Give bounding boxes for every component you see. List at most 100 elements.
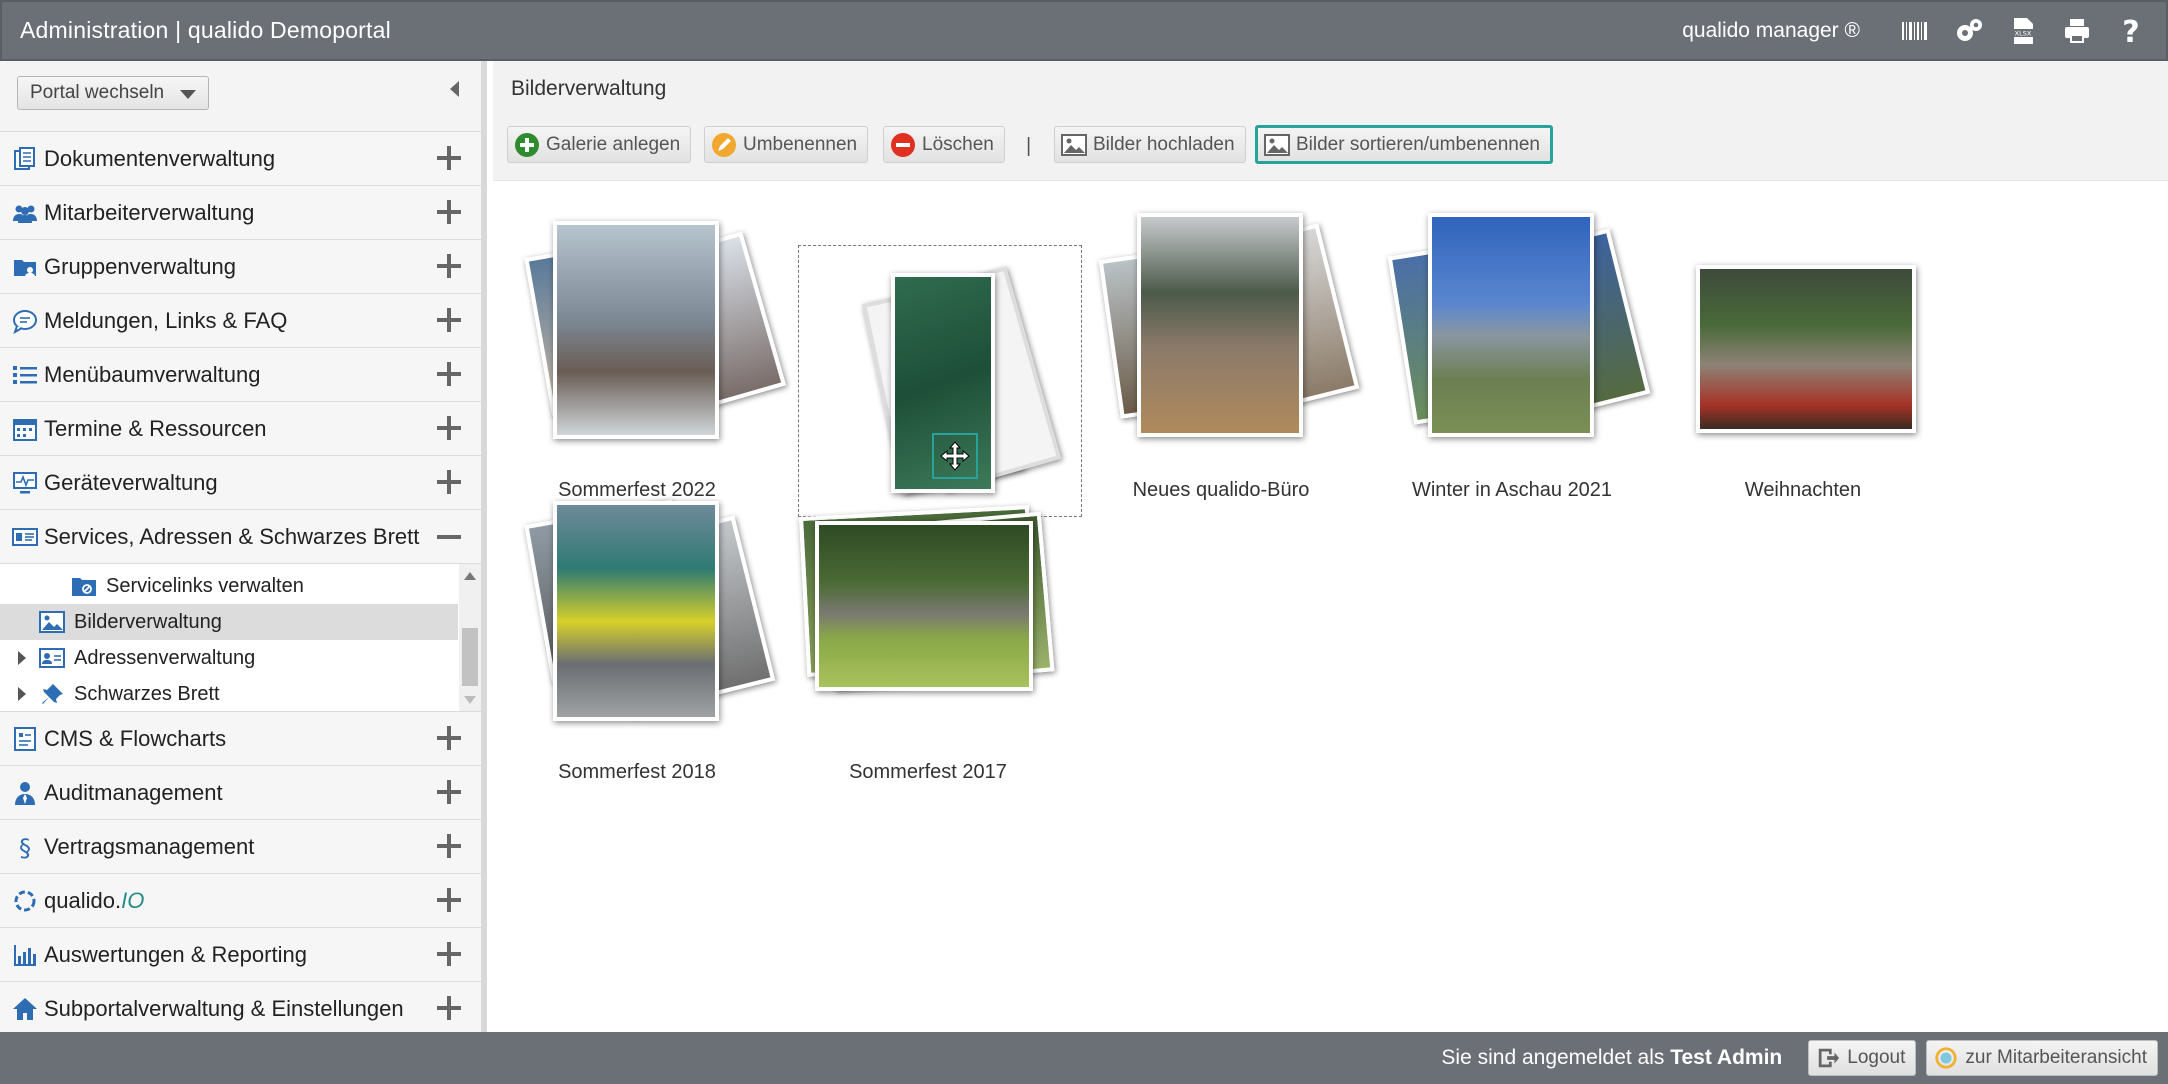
expand-triangle-icon[interactable] bbox=[18, 651, 26, 665]
gallery-caption: Neues qualido-Büro bbox=[1132, 479, 1310, 501]
portal-switch-select[interactable]: Portal wechseln bbox=[17, 76, 209, 110]
expand-plus-icon[interactable] bbox=[437, 416, 461, 440]
bar-chart-icon bbox=[10, 940, 40, 970]
sidebar-item-label: CMS & Flowcharts bbox=[44, 725, 227, 751]
xlsx-icon[interactable]: XLSX bbox=[2006, 14, 2040, 48]
sidebar-item-label: Subportalverwaltung & Einstellungen bbox=[44, 995, 404, 1021]
pencil-icon bbox=[711, 132, 737, 158]
scroll-up-icon[interactable] bbox=[464, 572, 476, 580]
sidebar-item-cms[interactable]: CMS & Flowcharts bbox=[0, 711, 481, 765]
create-gallery-button[interactable]: Galerie anlegen bbox=[507, 126, 692, 163]
gallery-card[interactable]: Sommerfest 2018 bbox=[507, 481, 776, 783]
sidebar-item-termine[interactable]: Termine & Ressourcen bbox=[0, 401, 481, 455]
list-icon bbox=[10, 360, 40, 390]
sidebar-item-label: Dokumentenverwaltung bbox=[44, 145, 276, 171]
sidebar-item-menuebaum[interactable]: Menübaumverwaltung bbox=[0, 347, 481, 401]
image-icon bbox=[1061, 132, 1087, 158]
logout-button[interactable]: Logout bbox=[1808, 1040, 1917, 1076]
sidebar-item-label: Auditmanagement bbox=[44, 779, 223, 805]
sidebar-item-label: Services, Adressen & Schwarzes Brett bbox=[44, 523, 420, 549]
gallery-card[interactable]: Neues qualido-Büro bbox=[1091, 199, 1360, 501]
sidebar-item-vertragsmanagement[interactable]: § Vertragsmanagement bbox=[0, 819, 481, 873]
delete-button[interactable]: Löschen bbox=[883, 126, 1005, 163]
expand-plus-icon[interactable] bbox=[437, 200, 461, 224]
sidebar-item-services[interactable]: Services, Adressen & Schwarzes Brett bbox=[0, 509, 481, 563]
sidebar-item-gruppenverwaltung[interactable]: Gruppenverwaltung bbox=[0, 239, 481, 293]
expand-plus-icon[interactable] bbox=[437, 254, 461, 278]
gears-icon[interactable] bbox=[1952, 14, 1986, 48]
sidebar-item-label: Mitarbeiterverwaltung bbox=[44, 199, 255, 225]
toolbar-separator: | bbox=[1026, 135, 1032, 157]
sidebar-item-dokumentenverwaltung[interactable]: Dokumentenverwaltung bbox=[0, 131, 481, 185]
expand-plus-icon[interactable] bbox=[437, 780, 461, 804]
chevron-down-icon bbox=[180, 90, 196, 99]
expand-triangle-icon[interactable] bbox=[18, 687, 26, 701]
gallery-card[interactable]: Weihnachten bbox=[1673, 199, 1933, 501]
login-status: Sie sind angemeldet als Test Admin bbox=[1441, 1046, 1782, 1070]
monitor-icon bbox=[10, 468, 40, 498]
barcode-icon[interactable] bbox=[1898, 14, 1932, 48]
sidebar-item-label: qualido.IO bbox=[44, 888, 144, 914]
expand-plus-icon[interactable] bbox=[437, 996, 461, 1020]
cms-icon bbox=[10, 724, 40, 754]
expand-plus-icon[interactable] bbox=[437, 362, 461, 386]
tree-item-bilderverwaltung[interactable]: Bilderverwaltung bbox=[0, 604, 458, 640]
sidebar-item-mitarbeiterverwaltung[interactable]: Mitarbeiterverwaltung bbox=[0, 185, 481, 239]
image-icon bbox=[38, 608, 66, 636]
gallery-caption: Sommerfest 2017 bbox=[849, 761, 1007, 783]
logout-label: Logout bbox=[1847, 1047, 1906, 1068]
employee-view-button[interactable]: zur Mitarbeiteransicht bbox=[1926, 1040, 2158, 1076]
collapse-minus-icon[interactable] bbox=[437, 535, 461, 539]
svg-text:§: § bbox=[19, 834, 31, 860]
main-content: Bilderverwaltung Galerie anlegen Umbenen… bbox=[493, 61, 2168, 1032]
scroll-down-icon[interactable] bbox=[464, 696, 476, 704]
page-title: Bilderverwaltung bbox=[493, 61, 2168, 117]
sidebar-item-subportal[interactable]: Subportalverwaltung & Einstellungen bbox=[0, 981, 481, 1035]
gallery-card[interactable]: Winter in Aschau 2021 bbox=[1382, 199, 1651, 501]
tree-item-servicelinks[interactable]: Servicelinks verwalten bbox=[0, 568, 458, 604]
sidebar-item-label: Meldungen, Links & FAQ bbox=[44, 307, 288, 333]
scroll-thumb[interactable] bbox=[462, 628, 478, 686]
subtree-scrollbar[interactable] bbox=[459, 564, 481, 712]
gallery-caption: Sommerfest 2018 bbox=[558, 761, 716, 783]
upload-images-button[interactable]: Bilder hochladen bbox=[1054, 126, 1246, 163]
move-cursor-icon bbox=[932, 433, 978, 479]
home-icon bbox=[10, 994, 40, 1024]
rename-button[interactable]: Umbenennen bbox=[704, 126, 869, 163]
tree-item-adressenverwaltung[interactable]: Adressenverwaltung bbox=[0, 640, 458, 676]
expand-plus-icon[interactable] bbox=[437, 308, 461, 332]
expand-plus-icon[interactable] bbox=[437, 470, 461, 494]
collapse-sidebar-icon[interactable] bbox=[450, 81, 459, 97]
logout-icon bbox=[1815, 1045, 1841, 1071]
expand-plus-icon[interactable] bbox=[437, 942, 461, 966]
gallery-area: Sommerfest 2022 qualido-App Neues qualid… bbox=[493, 181, 2168, 1031]
address-card-icon bbox=[10, 522, 40, 552]
sidebar-item-auditmanagement[interactable]: Auditmanagement bbox=[0, 765, 481, 819]
gallery-card[interactable]: Sommerfest 2022 bbox=[507, 199, 787, 501]
gallery-photo-front bbox=[553, 221, 719, 439]
help-icon[interactable]: ? bbox=[2114, 14, 2148, 48]
address-icon bbox=[38, 644, 66, 672]
sidebar-item-qualido-io[interactable]: qualido.IO bbox=[0, 873, 481, 927]
expand-plus-icon[interactable] bbox=[437, 888, 461, 912]
gallery-card[interactable]: Sommerfest 2017 bbox=[798, 481, 1058, 783]
link-folder-icon bbox=[70, 572, 98, 600]
gallery-photo-front bbox=[1137, 213, 1303, 437]
paragraph-icon: § bbox=[10, 832, 40, 862]
tree-item-schwarzes-brett[interactable]: Schwarzes Brett bbox=[0, 676, 458, 712]
portal-row: Portal wechseln bbox=[0, 61, 481, 131]
expand-plus-icon[interactable] bbox=[437, 146, 461, 170]
expand-plus-icon[interactable] bbox=[437, 726, 461, 750]
sort-images-button[interactable]: Bilder sortieren/umbenennen bbox=[1255, 125, 1553, 164]
gallery-card[interactable]: qualido-App bbox=[798, 199, 1082, 557]
tree-item-label: Schwarzes Brett bbox=[74, 682, 220, 705]
calendar-icon bbox=[10, 414, 40, 444]
sidebar-item-meldungen[interactable]: Meldungen, Links & FAQ bbox=[0, 293, 481, 347]
sidebar-item-auswertungen[interactable]: Auswertungen & Reporting bbox=[0, 927, 481, 981]
print-icon[interactable] bbox=[2060, 14, 2094, 48]
upload-images-label: Bilder hochladen bbox=[1093, 133, 1235, 155]
gallery-photo-front bbox=[1696, 265, 1916, 433]
expand-plus-icon[interactable] bbox=[437, 834, 461, 858]
employee-view-icon bbox=[1933, 1045, 1959, 1071]
sidebar-item-geraeteverwaltung[interactable]: Geräteverwaltung bbox=[0, 455, 481, 509]
